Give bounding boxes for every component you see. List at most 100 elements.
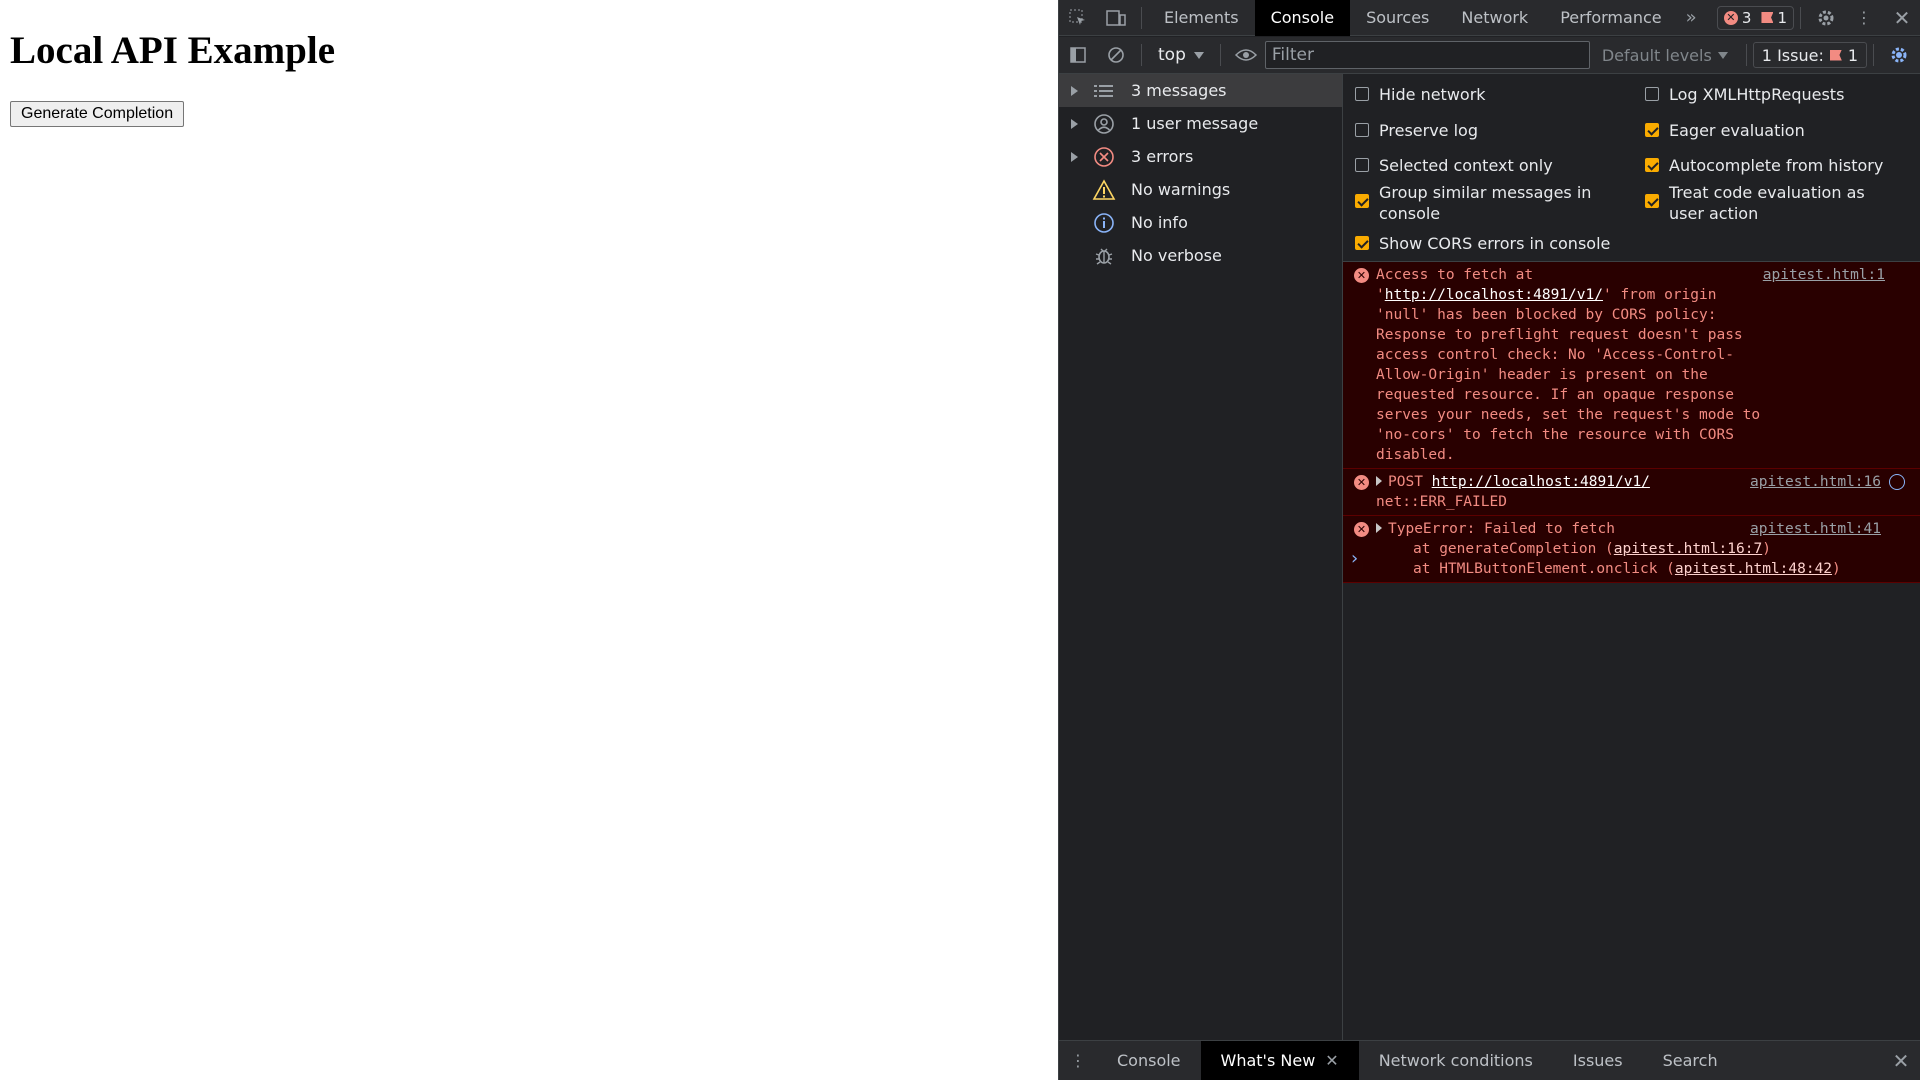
- sidebar-item-user-messages[interactable]: 1 user message: [1059, 107, 1342, 140]
- tab-network[interactable]: Network: [1445, 0, 1544, 36]
- sidebar-item-label: No info: [1131, 213, 1188, 232]
- tab-elements[interactable]: Elements: [1148, 0, 1255, 36]
- divider: [1141, 6, 1142, 29]
- console-settings-gear-icon[interactable]: [1880, 37, 1918, 73]
- sidebar-item-label: 1 user message: [1131, 114, 1259, 133]
- error-code: net::ERR_FAILED: [1376, 494, 1507, 510]
- expand-arrow-icon[interactable]: [1059, 118, 1089, 129]
- sidebar-item-verbose[interactable]: No verbose: [1059, 239, 1342, 272]
- close-drawer-icon[interactable]: ✕: [1881, 1049, 1920, 1073]
- drawer-tab-whats-new[interactable]: What's New ✕: [1200, 1041, 1359, 1080]
- generate-completion-button[interactable]: Generate Completion: [10, 101, 185, 127]
- sidebar-item-label: No warnings: [1131, 180, 1231, 199]
- selected-context-option[interactable]: Selected context only: [1355, 155, 1553, 176]
- tab-console[interactable]: Console: [1254, 0, 1351, 36]
- console-prompt-icon[interactable]: ›: [1351, 548, 1358, 569]
- expand-arrow-icon[interactable]: [1376, 523, 1382, 533]
- show-cors-option[interactable]: Show CORS errors in console: [1355, 233, 1610, 254]
- drawer-menu-icon[interactable]: ⋮: [1059, 1043, 1097, 1079]
- issue-flag-icon: [1829, 49, 1842, 61]
- option-label: Preserve log: [1379, 121, 1478, 140]
- console-sidebar: 3 messages 1 user message 3 errors No wa…: [1059, 74, 1343, 1040]
- close-tab-icon[interactable]: ✕: [1325, 1051, 1338, 1070]
- request-method: POST: [1388, 474, 1423, 490]
- console-filter-input[interactable]: [1264, 41, 1590, 69]
- source-link[interactable]: apitest.html:16: [1750, 472, 1881, 492]
- more-tabs-icon[interactable]: »: [1678, 7, 1705, 28]
- network-request-icon[interactable]: [1889, 474, 1905, 490]
- request-url-link[interactable]: http://localhost:4891/v1/: [1385, 287, 1603, 303]
- divider: [1745, 44, 1747, 66]
- issues-button[interactable]: 1 Issue: 1: [1752, 42, 1868, 68]
- selected-context-checkbox[interactable]: [1355, 158, 1369, 172]
- option-label: Log XMLHttpRequests: [1669, 85, 1845, 104]
- sidebar-item-warnings[interactable]: No warnings: [1059, 173, 1342, 206]
- source-link[interactable]: apitest.html:41: [1750, 519, 1881, 539]
- group-similar-option[interactable]: Group similar messages in console: [1355, 182, 1605, 224]
- log-levels-dropdown[interactable]: Default levels: [1590, 46, 1740, 65]
- log-xhr-checkbox[interactable]: [1645, 87, 1659, 101]
- error-icon: ✕: [1723, 10, 1738, 25]
- treat-code-option[interactable]: Treat code evaluation as user action: [1645, 182, 1895, 224]
- option-label: Autocomplete from history: [1669, 156, 1884, 175]
- inspect-element-icon[interactable]: [1059, 0, 1097, 36]
- tab-performance[interactable]: Performance: [1544, 0, 1677, 36]
- web-page: Local API Example Generate Completion: [0, 0, 1058, 1080]
- eager-evaluation-option[interactable]: Eager evaluation: [1645, 120, 1805, 141]
- bug-icon: [1089, 244, 1119, 268]
- sidebar-item-info[interactable]: No info: [1059, 206, 1342, 239]
- settings-gear-icon[interactable]: [1807, 0, 1845, 36]
- typeerror-message: ✕ apitest.html:41 TypeError: Failed to f…: [1343, 516, 1920, 583]
- drawer-tab-console[interactable]: Console: [1097, 1041, 1201, 1080]
- dropdown-caret-icon: [1717, 51, 1728, 59]
- request-url-link[interactable]: http://localhost:4891/v1/: [1432, 474, 1650, 490]
- divider: [1219, 44, 1221, 66]
- drawer-tab-search[interactable]: Search: [1643, 1041, 1738, 1080]
- error-counter-badge[interactable]: ✕ 3 1: [1716, 5, 1794, 30]
- post-error-message: ✕ apitest.html:16 POST http://localhost:…: [1343, 469, 1920, 516]
- show-cors-checkbox[interactable]: [1355, 236, 1369, 250]
- sidebar-item-errors[interactable]: 3 errors: [1059, 140, 1342, 173]
- drawer-tab-network-conditions[interactable]: Network conditions: [1359, 1041, 1553, 1080]
- tab-sources[interactable]: Sources: [1350, 0, 1445, 36]
- clear-console-icon[interactable]: [1097, 37, 1135, 73]
- sidebar-item-label: 3 errors: [1131, 147, 1194, 166]
- error-count: 3: [1741, 8, 1752, 27]
- source-link[interactable]: apitest.html:1: [1763, 265, 1885, 285]
- autocomplete-option[interactable]: Autocomplete from history: [1645, 155, 1883, 176]
- autocomplete-checkbox[interactable]: [1645, 158, 1659, 172]
- hide-network-option[interactable]: Hide network: [1355, 84, 1486, 105]
- expand-arrow-icon[interactable]: [1059, 151, 1089, 162]
- stack-frame-prefix: at generateCompletion (: [1413, 541, 1614, 557]
- error-icon: ✕: [1354, 522, 1369, 537]
- list-icon: [1089, 79, 1119, 103]
- preserve-log-checkbox[interactable]: [1355, 123, 1369, 137]
- context-selector[interactable]: top: [1148, 45, 1214, 65]
- console-settings-pane: Hide network Preserve log Selected conte…: [1343, 74, 1920, 262]
- sidebar-toggle-icon[interactable]: [1059, 37, 1097, 73]
- treat-code-checkbox[interactable]: [1645, 194, 1659, 208]
- drawer-tab-issues[interactable]: Issues: [1553, 1041, 1643, 1080]
- option-label: Show CORS errors in console: [1379, 234, 1611, 253]
- kebab-menu-icon[interactable]: ⋮: [1845, 0, 1883, 36]
- stack-frame-prefix: at HTMLButtonElement.onclick (: [1413, 561, 1675, 577]
- devtools-drawer: ⋮ Console What's New ✕ Network condition…: [1059, 1040, 1920, 1080]
- stack-frame-link[interactable]: apitest.html:48:42: [1675, 561, 1832, 577]
- issues-label: 1 Issue:: [1761, 45, 1824, 65]
- expand-arrow-icon[interactable]: [1059, 85, 1089, 96]
- close-devtools-icon[interactable]: ✕: [1883, 0, 1920, 36]
- hide-network-checkbox[interactable]: [1355, 87, 1369, 101]
- issues-count: 1: [1847, 45, 1859, 65]
- log-xhr-option[interactable]: Log XMLHttpRequests: [1645, 84, 1844, 105]
- divider: [1873, 44, 1875, 66]
- group-similar-checkbox[interactable]: [1355, 194, 1369, 208]
- eager-evaluation-checkbox[interactable]: [1645, 123, 1659, 137]
- device-toolbar-icon[interactable]: [1097, 0, 1135, 36]
- sidebar-item-messages[interactable]: 3 messages: [1059, 74, 1342, 107]
- stack-frame-link[interactable]: apitest.html:16:7: [1614, 541, 1762, 557]
- message-text: ' from origin 'null' has been blocked by…: [1376, 287, 1761, 463]
- live-expression-eye-icon[interactable]: [1227, 37, 1265, 73]
- preserve-log-option[interactable]: Preserve log: [1355, 120, 1478, 141]
- expand-arrow-icon[interactable]: [1376, 476, 1382, 486]
- option-label: Selected context only: [1379, 156, 1553, 175]
